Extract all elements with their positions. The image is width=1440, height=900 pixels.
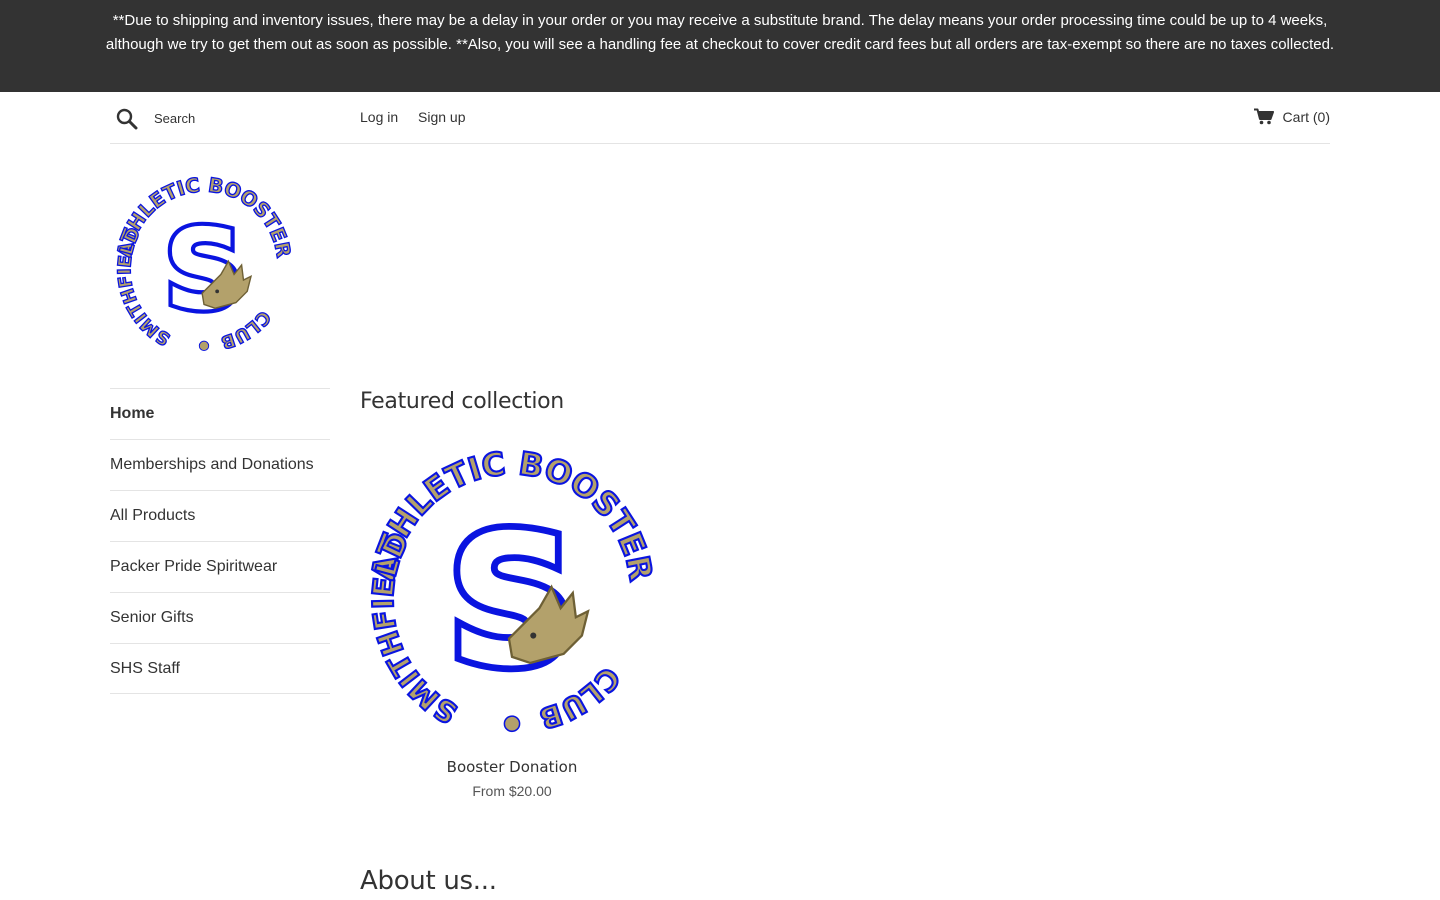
product-name: Booster Donation — [446, 758, 578, 776]
about-us-title: About us... — [360, 866, 497, 896]
site-logo: ATHLETIC BOOSTER SMITHFIELD CLUB S — [112, 173, 295, 353]
cart-label: Cart (0) — [1282, 108, 1330, 125]
login-link[interactable]: Log in — [360, 109, 398, 125]
sidebar-item-home[interactable]: Home — [110, 388, 330, 439]
search-input[interactable] — [146, 106, 346, 130]
product-price: From $20.00 — [472, 783, 552, 799]
announcement-text: **Due to shipping and inventory issues, … — [105, 12, 1335, 53]
search-icon[interactable] — [116, 108, 138, 130]
sidebar-item-packer-pride-spiritwear[interactable]: Packer Pride Spiritwear — [110, 541, 330, 592]
announcement-bar: **Due to shipping and inventory issues, … — [0, 0, 1440, 92]
signup-link[interactable]: Sign up — [418, 109, 465, 125]
featured-collection-title: Featured collection — [360, 389, 564, 414]
sidebar-item-senior-gifts[interactable]: Senior Gifts — [110, 592, 330, 643]
sidebar-item-memberships-and-donations[interactable]: Memberships and Donations — [110, 439, 330, 490]
cart-link[interactable]: Cart (0) — [1253, 108, 1330, 125]
site-header: Log in Sign up Cart (0) — [110, 92, 1330, 144]
sidebar-item-all-products[interactable]: All Products — [110, 490, 330, 541]
sidebar-nav: Home Memberships and Donations All Produ… — [110, 388, 330, 694]
cart-icon — [1253, 108, 1274, 125]
sidebar-item-shs-staff[interactable]: SHS Staff — [110, 643, 330, 694]
product-image: ATHLETIC BOOSTER SMITHFIELD CLUB S — [363, 443, 661, 737]
product-card[interactable]: ATHLETIC BOOSTER SMITHFIELD CLUB S Boost… — [360, 438, 664, 808]
